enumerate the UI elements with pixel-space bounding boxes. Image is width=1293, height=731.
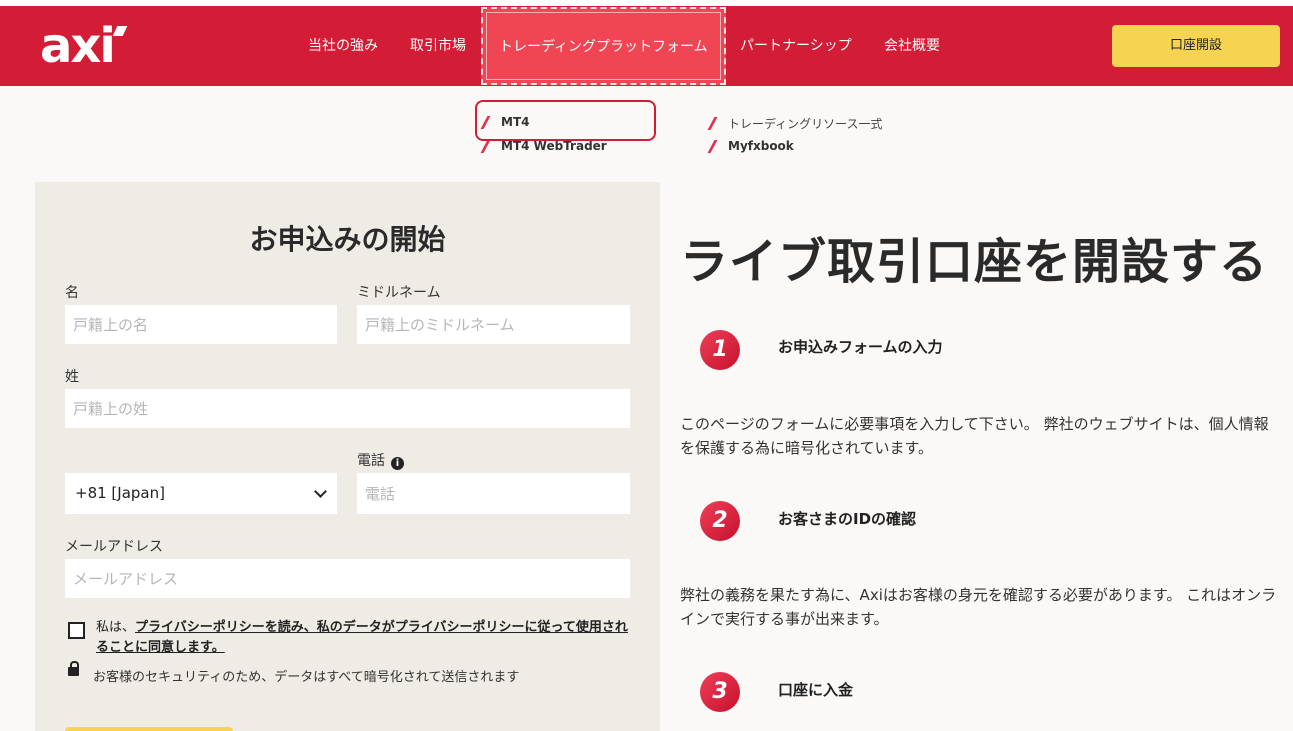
nav-item-strengths[interactable]: 当社の強み <box>308 6 378 86</box>
nav-item-trading-platforms[interactable]: トレーディングプラットフォーム <box>481 7 726 85</box>
chevron-down-icon <box>314 485 327 498</box>
last-name-input[interactable] <box>65 389 630 428</box>
email-input[interactable] <box>65 559 630 598</box>
step-2-badge: 2 <box>700 501 740 541</box>
site-header: axi 当社の強み 取引市場 トレーディングプラットフォーム パートナーシップ … <box>0 6 1293 86</box>
step-1-title: お申込みフォームの入力 <box>778 338 943 356</box>
middle-name-label: ミドルネーム <box>357 285 441 301</box>
first-name-label: 名 <box>65 285 79 301</box>
slash-icon <box>707 117 718 130</box>
dropdown-item-mt4-webtrader[interactable]: MT4 WebTrader <box>480 139 607 153</box>
slash-icon <box>707 139 718 153</box>
step-3-title: 口座に入金 <box>778 681 854 699</box>
step-2-desc: 弊社の義務を果たす為に、Axiはお客様の身元を確認する必要があります。 これはオ… <box>680 586 1277 628</box>
dropdown-item-trading-resources[interactable]: トレーディングリソース一式 <box>707 115 883 132</box>
slash-icon <box>480 139 491 153</box>
open-account-button[interactable]: 口座開設 <box>1112 25 1280 67</box>
form-title: お申込みの開始 <box>249 223 446 256</box>
first-name-input[interactable] <box>65 305 337 344</box>
phone-input[interactable] <box>357 473 630 514</box>
security-note: お客様のセキュリティのため、データはすべて暗号化されて送信されます <box>93 670 520 685</box>
nav-item-markets[interactable]: 取引市場 <box>410 6 466 86</box>
step-1-desc: このページのフォームに必要事項を入力して下さい。 弊社のウェブサイトは、個人情報… <box>680 415 1269 457</box>
step-2-title: お客さまのIDの確認 <box>778 510 917 528</box>
country-code-select[interactable]: +81 [Japan] <box>65 473 337 514</box>
email-label: メールアドレス <box>65 539 163 555</box>
middle-name-input[interactable] <box>357 305 630 344</box>
nav-item-partnership[interactable]: パートナーシップ <box>740 6 852 86</box>
consent-text: 私は、プライバシーポリシーを読み、私のデータがプライバシーポリシーに従って使用さ… <box>96 620 628 655</box>
phone-label: 電話 i <box>357 450 404 470</box>
info-icon[interactable]: i <box>391 457 404 470</box>
axi-logo[interactable]: axi <box>40 22 128 70</box>
highlight-box-mt4 <box>475 100 656 141</box>
submit-button[interactable] <box>65 727 233 731</box>
last-name-label: 姓 <box>65 369 79 385</box>
consent-checkbox[interactable] <box>68 622 85 639</box>
signup-form-card: お申込みの開始 名 ミドルネーム 姓 電話i +81 [Japan] メールアド… <box>35 182 660 731</box>
page-title: ライブ取引口座を開設する <box>680 234 1269 290</box>
lock-icon <box>68 661 79 676</box>
privacy-policy-link[interactable]: プライバシーポリシーを読み、私のデータがプライバシーポリシーに従って使用されるこ… <box>96 620 628 655</box>
step-1-badge: 1 <box>700 330 740 370</box>
step-3-badge: 3 <box>700 672 740 712</box>
dropdown-item-myfxbook[interactable]: Myfxbook <box>707 139 794 153</box>
nav-item-company[interactable]: 会社概要 <box>884 6 940 86</box>
